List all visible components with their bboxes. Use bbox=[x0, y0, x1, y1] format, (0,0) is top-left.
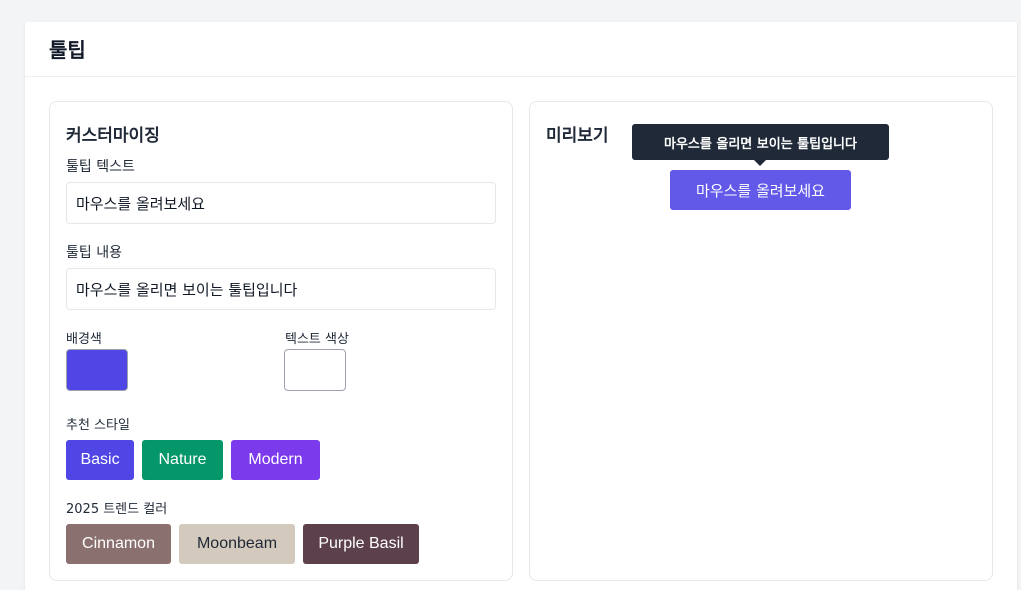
preview-tooltip: 마우스를 올리면 보이는 툴팁입니다 bbox=[632, 124, 889, 160]
preview-hover-button[interactable]: 마우스를 올려보세요 bbox=[670, 170, 851, 210]
trend-cinnamon-button[interactable]: Cinnamon bbox=[66, 524, 171, 564]
preview-panel: 미리보기 마우스를 올리면 보이는 툴팁입니다 마우스를 올려보세요 bbox=[529, 101, 993, 581]
bg-color-label: 배경색 bbox=[66, 332, 102, 347]
page-header: 툴팁 bbox=[25, 22, 1017, 77]
tooltip-content-input[interactable] bbox=[66, 268, 496, 310]
tooltip-arrow bbox=[754, 160, 766, 166]
tooltip-text-label: 툴팁 텍스트 bbox=[66, 159, 135, 175]
tooltip-content-label: 툴팁 내용 bbox=[66, 245, 122, 261]
page-title: 툴팁 bbox=[49, 38, 86, 62]
recommended-styles-label: 추천 스타일 bbox=[66, 418, 130, 433]
customize-section-title: 커스터마이징 bbox=[66, 126, 160, 146]
tooltip-page: 툴팁 커스터마이징 툴팁 텍스트 툴팁 내용 배경색 텍스트 색상 추천 스타일… bbox=[25, 22, 1017, 590]
preview-section-title: 미리보기 bbox=[546, 126, 609, 146]
trend-purple-basil-button[interactable]: Purple Basil bbox=[303, 524, 419, 564]
text-color-picker[interactable] bbox=[284, 349, 346, 391]
style-nature-button[interactable]: Nature bbox=[142, 440, 223, 480]
trend-moonbeam-button[interactable]: Moonbeam bbox=[179, 524, 295, 564]
text-color-label: 텍스트 색상 bbox=[285, 332, 349, 347]
tooltip-text-input[interactable] bbox=[66, 182, 496, 224]
style-basic-button[interactable]: Basic bbox=[66, 440, 134, 480]
customize-panel: 커스터마이징 툴팁 텍스트 툴팁 내용 배경색 텍스트 색상 추천 스타일 Ba… bbox=[49, 101, 513, 581]
style-modern-button[interactable]: Modern bbox=[231, 440, 320, 480]
bg-color-picker[interactable] bbox=[66, 349, 128, 391]
trend-colors-label: 2025 트렌드 컬러 bbox=[66, 502, 168, 517]
